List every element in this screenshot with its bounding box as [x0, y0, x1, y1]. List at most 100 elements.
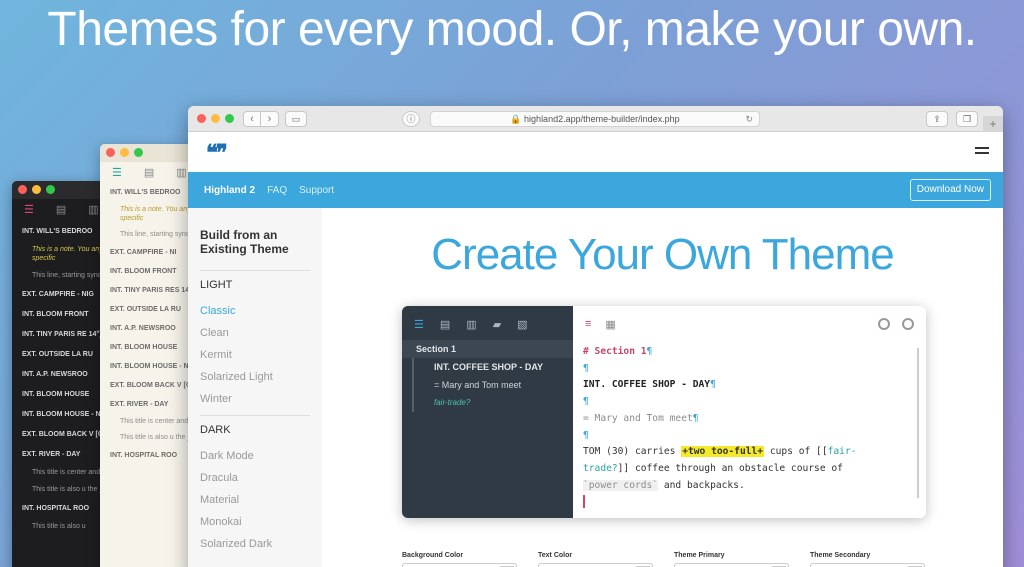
outline-icon[interactable]: ☰ [24, 203, 34, 221]
sidebar-title: Build from an Existing Theme [200, 228, 289, 256]
zoom-icon[interactable] [134, 148, 143, 157]
minimize-icon[interactable] [120, 148, 129, 157]
reload-icon[interactable]: ↻ [745, 112, 753, 126]
minimize-icon[interactable] [32, 185, 41, 194]
close-icon[interactable] [197, 114, 206, 123]
outline-tag[interactable]: fair-trade? [412, 394, 573, 412]
main-content: Create Your Own Theme ☰ ▤ ▥ ▰ ▧ Section … [322, 208, 1003, 567]
section-heading: # Section 1 [583, 346, 647, 357]
theme-item-solarized-dark[interactable]: Solarized Dark [200, 538, 310, 550]
stats-icon[interactable]: ▥ [176, 166, 186, 184]
stats-icon[interactable]: ▥ [88, 203, 98, 221]
stats-icon[interactable]: ▥ [466, 318, 476, 340]
color-input[interactable] [674, 563, 789, 567]
tabs-icon[interactable]: ❐ [956, 111, 978, 127]
outline-section[interactable]: Section 1 [402, 340, 573, 358]
download-button[interactable]: Download Now [909, 179, 991, 201]
action-text: cups of [[ [764, 446, 828, 458]
theme-item-solarized-light[interactable]: Solarized Light [200, 371, 310, 383]
light-heading: LIGHT [200, 279, 233, 291]
share-icon[interactable]: ⇪ [926, 111, 948, 127]
pilcrow: ¶ [692, 412, 699, 424]
zoom-icon[interactable] [46, 185, 55, 194]
color-field: Background Color [402, 552, 538, 567]
note-text: trade? [583, 462, 618, 474]
pilcrow: ¶ [646, 346, 653, 357]
code-span: `power cords` [583, 479, 659, 491]
folder-icon[interactable]: ▰ [493, 318, 501, 340]
color-field: Text Color [538, 552, 674, 567]
pilcrow: ¶ [583, 396, 589, 408]
nav-faq-link[interactable]: FAQ [267, 185, 287, 196]
divider [200, 270, 310, 271]
synopsis-line: = Mary and Tom meet [583, 412, 693, 424]
color-input[interactable] [402, 563, 517, 567]
outline-icon[interactable]: ☰ [414, 318, 424, 340]
color-label: Theme Primary [674, 552, 725, 559]
close-icon[interactable] [106, 148, 115, 157]
theme-item-dark-mode[interactable]: Dark Mode [200, 450, 310, 462]
pilcrow: ¶ [710, 379, 716, 391]
theme-item-classic[interactable]: Classic [200, 305, 310, 317]
cards-icon[interactable]: ▤ [144, 166, 154, 184]
nav-support-link[interactable]: Support [299, 185, 334, 196]
color-field: Theme Secondary [810, 552, 946, 567]
page-title: Create Your Own Theme [431, 230, 894, 279]
outline-panel: ☰ ▤ ▥ ▰ ▧ Section 1 INT. COFFEE SHOP - D… [402, 306, 573, 518]
outline-scene[interactable]: INT. COFFEE SHOP - DAY [412, 358, 573, 376]
theme-sidebar: Build from an Existing Theme LIGHT Class… [188, 208, 322, 567]
theme-item-kermit[interactable]: Kermit [200, 349, 310, 361]
theme-item-dracula[interactable]: Dracula [200, 472, 310, 484]
highland-logo[interactable]: ❝❞ [206, 140, 228, 166]
outline-icon[interactable]: ☰ [112, 166, 122, 184]
color-settings: Background Color Text Color Theme Primary T… [402, 552, 926, 567]
zoom-icon[interactable] [225, 114, 234, 123]
color-label: Text Color [538, 552, 573, 559]
pilcrow: ¶ [583, 362, 589, 374]
note-text: fair- [827, 446, 857, 458]
timer-icon[interactable] [902, 318, 914, 330]
outline-synopsis[interactable]: = Mary and Tom meet [412, 376, 573, 394]
cards-icon[interactable]: ▤ [56, 203, 66, 221]
scrollbar[interactable] [917, 348, 919, 498]
scene-heading: INT. COFFEE SHOP - DAY [583, 379, 711, 391]
sidebar-toggle-icon[interactable]: ▭ [285, 111, 307, 127]
color-input[interactable] [810, 563, 925, 567]
back-button[interactable]: ‹ [243, 111, 261, 127]
format-icon[interactable]: ≡ [585, 318, 591, 336]
highlight-text: +two too-full+ [681, 446, 765, 458]
document-icon[interactable]: ▧ [517, 318, 527, 340]
new-tab-button[interactable]: + [983, 116, 1003, 132]
action-text: TOM (30) carries [583, 446, 682, 458]
script-text[interactable]: # Section 1¶ ¶ INT. COFFEE SHOP - DAY¶ ¶… [583, 344, 913, 511]
action-text: and backpacks. [658, 479, 745, 491]
theme-preview-editor: ☰ ▤ ▥ ▰ ▧ Section 1 INT. COFFEE SHOP - D… [402, 306, 926, 518]
nav-brand-link[interactable]: Highland 2 [204, 185, 255, 196]
color-field: Theme Primary [674, 552, 810, 567]
site-nav: Highland 2 FAQ Support Download Now [188, 172, 1003, 208]
url-bar[interactable]: 🔒 highland2.app/theme-builder/index.php … [430, 111, 760, 127]
lock-icon: 🔒 [510, 114, 522, 124]
theme-item-monokai[interactable]: Monokai [200, 516, 310, 528]
forward-button[interactable]: › [261, 111, 279, 127]
close-icon[interactable] [18, 185, 27, 194]
cards-icon[interactable]: ▤ [440, 318, 450, 340]
browser-toolbar: ‹ › ▭ ⓘ 🔒 highland2.app/theme-builder/in… [188, 106, 1003, 132]
color-label: Theme Secondary [810, 552, 871, 559]
hero-title: Themes for every mood. Or, make your own… [47, 3, 977, 56]
theme-item-material[interactable]: Material [200, 494, 310, 506]
pilcrow: ¶ [583, 429, 589, 441]
color-label: Background Color [402, 552, 464, 559]
settings-icon[interactable] [878, 318, 890, 330]
browser-window: ‹ › ▭ ⓘ 🔒 highland2.app/theme-builder/in… [188, 106, 1003, 567]
action-text: ]] coffee through an obstacle course of [617, 462, 843, 474]
template-icon[interactable]: ▦ [605, 318, 615, 336]
dark-heading: DARK [200, 424, 231, 436]
theme-item-winter[interactable]: Winter [200, 393, 310, 405]
text-cursor [583, 494, 585, 508]
color-input[interactable] [538, 563, 653, 567]
theme-item-clean[interactable]: Clean [200, 327, 310, 339]
minimize-icon[interactable] [211, 114, 220, 123]
menu-icon[interactable] [975, 147, 989, 157]
info-icon[interactable]: ⓘ [402, 111, 420, 127]
